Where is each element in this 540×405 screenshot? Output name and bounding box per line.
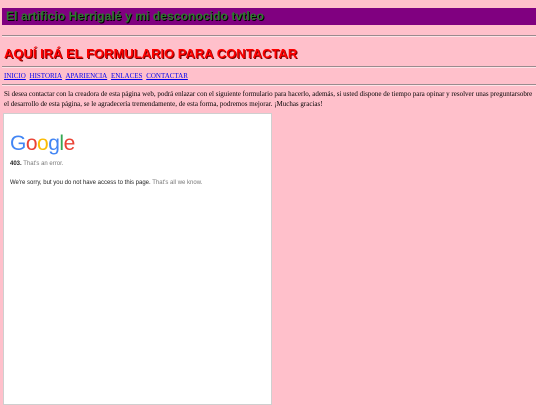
header-banner: El artificio Herrigalé y mi desconocido … bbox=[2, 8, 536, 25]
banner-title: El artificio Herrigalé y mi desconocido … bbox=[6, 9, 264, 23]
divider-bottom bbox=[2, 84, 536, 86]
divider-middle bbox=[2, 66, 536, 68]
divider-top bbox=[2, 35, 536, 37]
page-heading: AQUÍ IRÁ EL FORMULARIO PARA CONTACTAR bbox=[4, 46, 298, 61]
error-code-line: 403. That's an error. bbox=[10, 161, 63, 167]
google-logo: Google bbox=[10, 132, 75, 155]
nav-link-historia[interactable]: HISTORIA bbox=[30, 72, 63, 80]
nav-links: INICIO HISTORIA APARIENCIA ENLACES CONTA… bbox=[4, 72, 190, 80]
nav-link-contactar[interactable]: CONTACTAR bbox=[146, 72, 188, 80]
error-message-text: We're sorry, but you do not have access … bbox=[10, 180, 151, 186]
nav-link-apariencia[interactable]: APARIENCIA bbox=[65, 72, 107, 80]
error-code: 403. bbox=[10, 161, 22, 167]
embedded-form-frame[interactable]: Google 403. That's an error. We're sorry… bbox=[3, 113, 272, 405]
intro-paragraph: Si desea contactar con la creadora de es… bbox=[4, 90, 533, 108]
error-label: That's an error. bbox=[23, 161, 64, 167]
error-message-suffix: That's all we know. bbox=[152, 180, 203, 186]
nav-link-enlaces[interactable]: ENLACES bbox=[111, 72, 143, 80]
error-message: We're sorry, but you do not have access … bbox=[10, 180, 202, 186]
nav-link-inicio[interactable]: INICIO bbox=[4, 72, 26, 80]
